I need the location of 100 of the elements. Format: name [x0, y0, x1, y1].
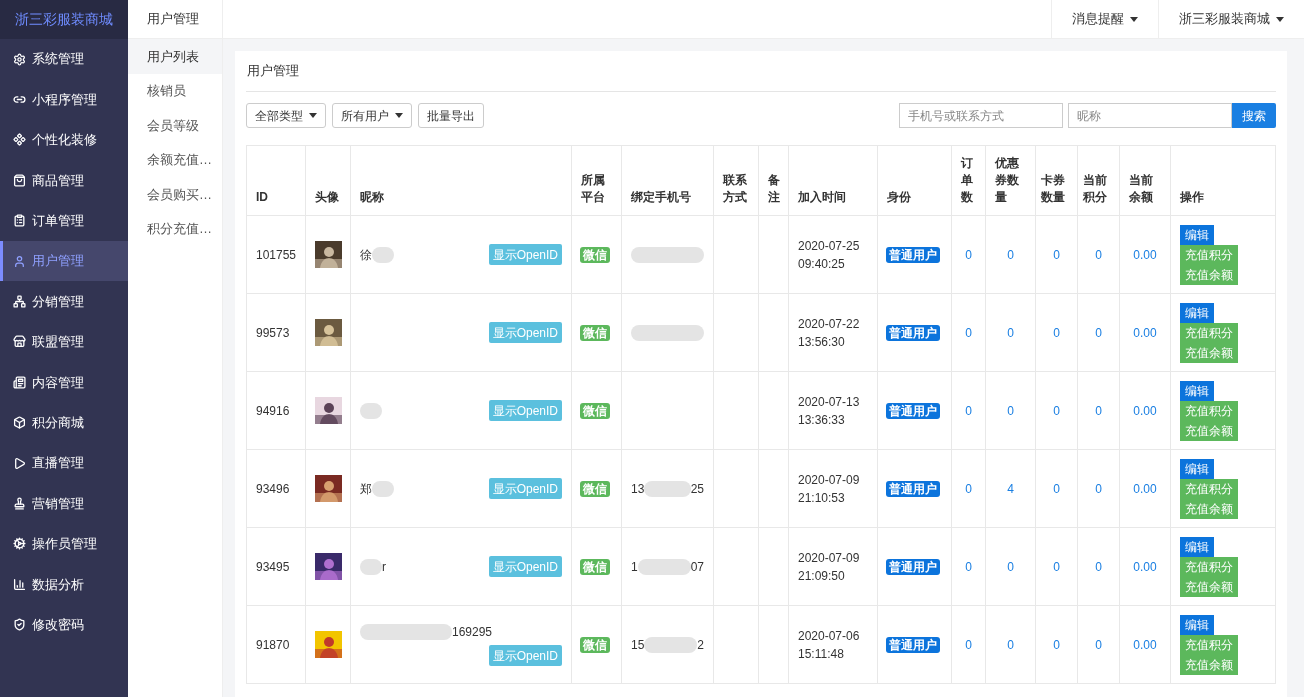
- column-header: 所属平台: [571, 145, 622, 216]
- caret-icon: [395, 113, 403, 118]
- recharge-button[interactable]: 充值余额: [1180, 264, 1238, 285]
- recharge-button[interactable]: 充值余额: [1180, 498, 1238, 519]
- role-badge: 普通用户: [886, 480, 940, 497]
- filter-dropdown[interactable]: 所有用户: [332, 103, 412, 128]
- table-cell: 93496: [246, 449, 306, 528]
- sidebar-item[interactable]: 操作员管理: [0, 523, 128, 565]
- table-cell: 93495: [246, 527, 306, 606]
- table-cell: 0: [1095, 637, 1102, 652]
- masked-text: 07: [690, 558, 704, 576]
- edit-button[interactable]: 编辑: [1180, 614, 1214, 635]
- edit-button[interactable]: 编辑: [1180, 302, 1214, 323]
- recharge-button[interactable]: 充值积分: [1180, 556, 1238, 577]
- table-cell: 2020-07-06 15:11:48: [788, 605, 878, 684]
- recharge-button[interactable]: 充值积分: [1180, 400, 1238, 421]
- table-cell: 0: [965, 481, 972, 496]
- search-field[interactable]: 昵称: [1068, 103, 1232, 128]
- sidebar-item[interactable]: 用户管理: [0, 240, 128, 282]
- role-badge: 普通用户: [886, 324, 940, 341]
- submenu-item[interactable]: 会员购买…: [128, 177, 222, 212]
- column-header: 头像: [305, 145, 351, 216]
- table-cell: 4: [1007, 481, 1014, 496]
- table-cell: 0: [1007, 559, 1014, 574]
- masked-text: 郑: [360, 480, 372, 498]
- recharge-button[interactable]: 充值积分: [1180, 322, 1238, 343]
- table-cell: 94916: [246, 371, 306, 450]
- column-header: 当前积分: [1077, 145, 1120, 216]
- recharge-button[interactable]: 充值余额: [1180, 654, 1238, 675]
- table-cell: 0.00: [1133, 403, 1157, 418]
- table-cell: 0: [1053, 325, 1060, 340]
- role-badge: 普通用户: [886, 636, 940, 653]
- edit-button[interactable]: 编辑: [1180, 458, 1214, 479]
- edit-button[interactable]: 编辑: [1180, 536, 1214, 557]
- sidebar-item[interactable]: 营销管理: [0, 483, 128, 524]
- sidebar-item[interactable]: 分销管理: [0, 281, 128, 322]
- table-cell: 0.00: [1133, 559, 1157, 574]
- platform-badge: 微信: [580, 480, 610, 497]
- column-header: 卡券数量: [1035, 145, 1078, 216]
- recharge-button[interactable]: 充值余额: [1180, 342, 1238, 363]
- filter-dropdown[interactable]: 全部类型: [246, 103, 326, 128]
- table-cell: 0: [1053, 481, 1060, 496]
- sidebar-item[interactable]: 直播管理: [0, 442, 128, 484]
- submenu-item[interactable]: 余额充值…: [128, 142, 222, 177]
- table-cell: 0: [965, 637, 972, 652]
- submenu-item[interactable]: 积分充值…: [128, 211, 222, 246]
- caret-icon: [309, 113, 317, 118]
- recharge-button[interactable]: 充值积分: [1180, 634, 1238, 655]
- table-cell: 0: [1053, 559, 1060, 574]
- recharge-button[interactable]: 充值积分: [1180, 478, 1238, 499]
- edit-button[interactable]: 编辑: [1180, 224, 1214, 245]
- recharge-button[interactable]: 充值余额: [1180, 420, 1238, 441]
- gear-icon: [13, 537, 26, 551]
- recharge-button[interactable]: 充值余额: [1180, 576, 1238, 597]
- shield-icon: [13, 618, 26, 632]
- sidebar-item[interactable]: 修改密码: [0, 604, 128, 645]
- column-header: 身份: [877, 145, 952, 216]
- table-cell: 0.00: [1133, 637, 1157, 652]
- user-icon: [13, 254, 26, 268]
- sidebar-item[interactable]: 商品管理: [0, 160, 128, 201]
- masked-text: 1: [631, 558, 638, 576]
- search-field[interactable]: 手机号或联系方式: [899, 103, 1063, 128]
- table-cell: 99573: [246, 293, 306, 372]
- export-button[interactable]: 批量导出: [418, 103, 484, 128]
- table-cell: 0: [965, 559, 972, 574]
- table-cell: 2020-07-25 09:40:25: [788, 215, 878, 294]
- table-cell: 0: [1053, 247, 1060, 262]
- submenu-item[interactable]: 用户列表: [128, 39, 222, 74]
- submenu-item[interactable]: 会员等级: [128, 108, 222, 143]
- column-header: 联系方式: [713, 145, 759, 216]
- clipboard-icon: [13, 214, 26, 228]
- sidebar-item[interactable]: 订单管理: [0, 200, 128, 241]
- sidebar-item[interactable]: 内容管理: [0, 362, 128, 403]
- sidebar-item[interactable]: 个性化装修: [0, 119, 128, 161]
- platform-badge: 微信: [580, 402, 610, 419]
- column-header: 优惠券数量: [985, 145, 1036, 216]
- topbar-menu[interactable]: 消息提醒: [1051, 0, 1158, 38]
- table-cell: 0: [1095, 403, 1102, 418]
- submenu-item[interactable]: 核销员: [128, 73, 222, 108]
- sidebar-item[interactable]: 小程序管理: [0, 79, 128, 120]
- table-cell: 0: [1007, 247, 1014, 262]
- sidebar-item[interactable]: 系统管理: [0, 39, 128, 80]
- redaction-blur: [637, 558, 691, 575]
- sidebar-item[interactable]: 数据分析: [0, 564, 128, 605]
- table-cell: 0: [1053, 403, 1060, 418]
- sidebar-item[interactable]: 积分商城: [0, 402, 128, 443]
- edit-button[interactable]: 编辑: [1180, 380, 1214, 401]
- recharge-button[interactable]: 充值积分: [1180, 244, 1238, 265]
- bag-icon: [13, 173, 26, 187]
- caret-icon: [1276, 16, 1284, 22]
- role-badge: 普通用户: [886, 246, 940, 263]
- redaction-blur: [644, 480, 691, 497]
- masked-text: 13: [631, 480, 645, 498]
- stamp-icon: [13, 497, 26, 510]
- sidebar-item[interactable]: 联盟管理: [0, 321, 128, 363]
- play-icon: [13, 456, 26, 470]
- topbar-menu[interactable]: 浙三彩服装商城: [1158, 0, 1304, 38]
- search-button[interactable]: 搜索: [1232, 103, 1276, 128]
- column-header: ID: [246, 145, 306, 216]
- brand-title: 浙三彩服装商城: [0, 0, 128, 39]
